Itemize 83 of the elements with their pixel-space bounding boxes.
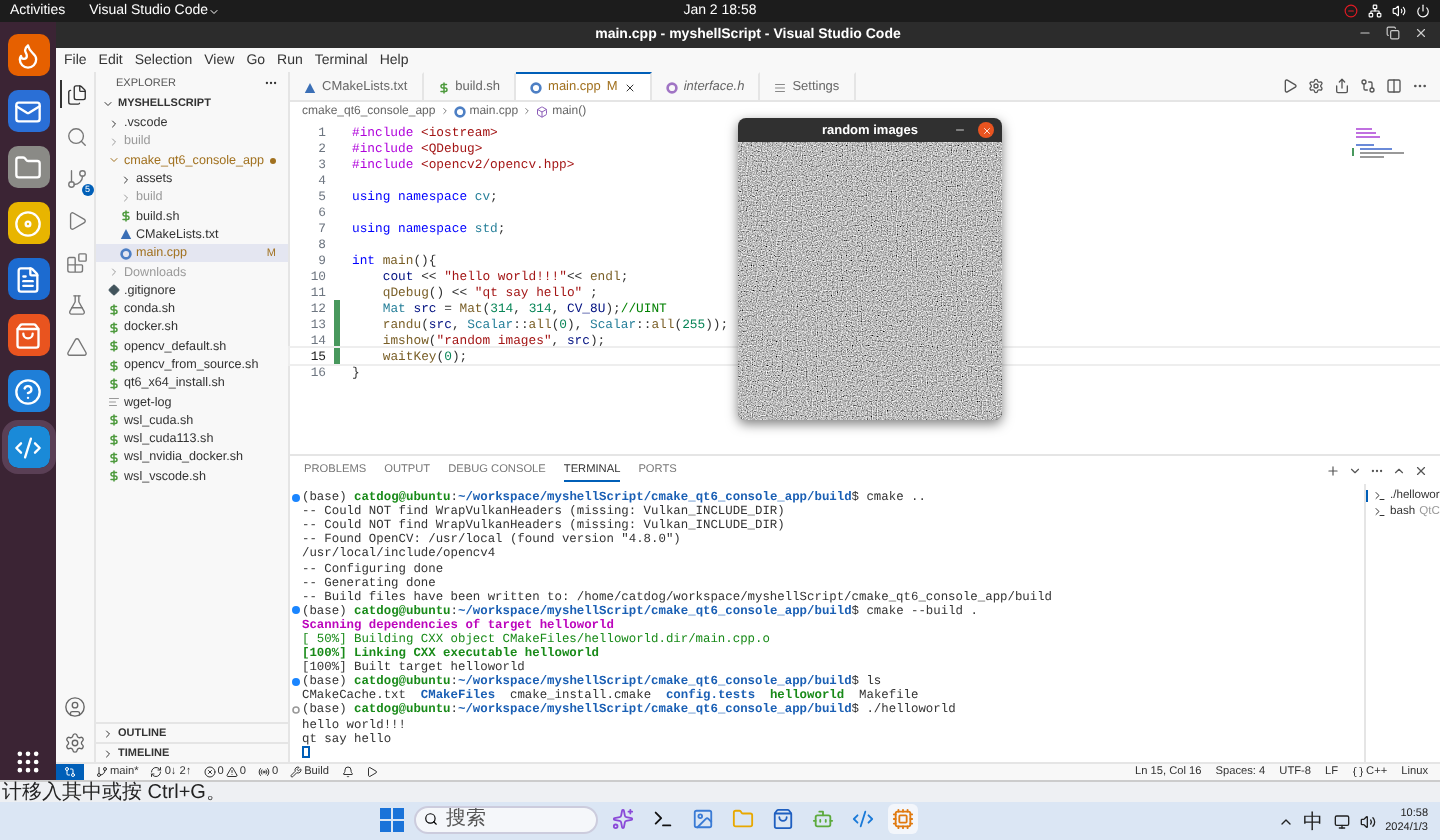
- folder-icon[interactable]: [7, 146, 49, 188]
- close-icon[interactable]: [623, 81, 636, 93]
- command-circle[interactable]: [292, 705, 300, 714]
- command-dot[interactable]: [292, 677, 300, 686]
- circle-icon: [665, 81, 678, 93]
- antenna-icon: [257, 766, 270, 778]
- lines-icon: [108, 396, 120, 409]
- app-grid-icon[interactable]: [14, 748, 42, 776]
- dollar-icon: [108, 340, 120, 353]
- dollar-icon: [108, 451, 120, 464]
- terminal-icon: [1374, 506, 1386, 518]
- chevron-up-icon[interactable]: [1392, 463, 1406, 477]
- minimize-icon[interactable]: [954, 124, 966, 136]
- caret-icon: [208, 5, 221, 17]
- play-icon[interactable]: [1282, 78, 1298, 94]
- chevron-right-icon: [439, 106, 450, 116]
- document-icon[interactable]: [7, 258, 49, 300]
- dollar-icon: [108, 303, 120, 316]
- hint-text: 计移入其中或按 Ctrl+G。: [2, 782, 226, 804]
- command-dot[interactable]: [292, 606, 300, 615]
- chevron-right-icon: [522, 106, 533, 116]
- account-icon[interactable]: [64, 696, 86, 718]
- share-icon[interactable]: [1334, 78, 1350, 94]
- error-icon: [203, 766, 216, 778]
- dollar-icon: [108, 377, 120, 390]
- browser-icon[interactable]: [7, 34, 49, 76]
- dollar-icon: [108, 433, 120, 446]
- terminal-icon: [1374, 490, 1386, 502]
- remote-button[interactable]: [56, 763, 84, 781]
- circle-icon: [453, 105, 466, 117]
- image-icon[interactable]: [688, 804, 718, 834]
- sync-icon: [150, 766, 163, 778]
- branch-icon: [96, 766, 108, 778]
- help-icon[interactable]: [7, 370, 49, 412]
- volume-icon[interactable]: [1392, 4, 1406, 18]
- compare-icon[interactable]: [1360, 78, 1376, 94]
- braces-icon: [1352, 766, 1365, 778]
- sparkles-icon[interactable]: [608, 804, 638, 834]
- dollar-icon: [108, 359, 120, 371]
- do-not-disturb-icon[interactable]: [1344, 4, 1358, 18]
- lines-icon: [774, 81, 787, 93]
- dollar-icon: [108, 414, 120, 427]
- files-icon[interactable]: [59, 80, 91, 108]
- chevron-down-icon[interactable]: [1348, 463, 1362, 477]
- close-button[interactable]: [978, 122, 994, 138]
- search-icon: [424, 812, 438, 826]
- circle-icon: [530, 81, 543, 93]
- minimize-icon[interactable]: [1358, 26, 1372, 40]
- mail-icon[interactable]: [7, 90, 49, 132]
- diamond-icon: [108, 284, 120, 297]
- network-icon[interactable]: [1368, 4, 1382, 18]
- cube-icon: [536, 105, 549, 117]
- wrench-icon: [290, 766, 303, 778]
- input-method[interactable]: 中: [1303, 807, 1324, 835]
- bell-icon[interactable]: [341, 766, 354, 778]
- terminal-cursor: [302, 746, 310, 759]
- warning-icon: [225, 766, 238, 778]
- dollar-icon: [108, 470, 120, 483]
- more-icon[interactable]: [264, 76, 278, 90]
- split-icon[interactable]: [1386, 78, 1402, 94]
- chevron-down-icon: [102, 98, 114, 110]
- plus-icon[interactable]: [1326, 463, 1340, 477]
- dollar-icon: [120, 210, 132, 223]
- close-icon[interactable]: [1414, 463, 1428, 477]
- dollar-icon: [108, 321, 120, 334]
- volume-icon[interactable]: [1359, 813, 1376, 829]
- triangle-icon: [304, 81, 316, 93]
- dollar-icon: [437, 81, 450, 93]
- triangle-icon: [120, 228, 132, 241]
- chip-icon[interactable]: [888, 804, 918, 834]
- restore-icon[interactable]: [1386, 26, 1400, 40]
- search-field[interactable]: 搜索: [414, 805, 598, 833]
- bag-icon[interactable]: [7, 314, 49, 356]
- code-icon[interactable]: [7, 426, 49, 468]
- monitor-icon[interactable]: [1333, 813, 1350, 829]
- power-icon[interactable]: [1416, 4, 1430, 18]
- settings-icon[interactable]: [64, 732, 86, 754]
- circle-icon: [120, 247, 132, 260]
- command-dot[interactable]: [292, 493, 300, 502]
- settings-icon[interactable]: [1308, 78, 1324, 94]
- modified-dot: [270, 157, 276, 164]
- windows-logo-icon[interactable]: [380, 807, 404, 831]
- play-icon[interactable]: [365, 766, 378, 778]
